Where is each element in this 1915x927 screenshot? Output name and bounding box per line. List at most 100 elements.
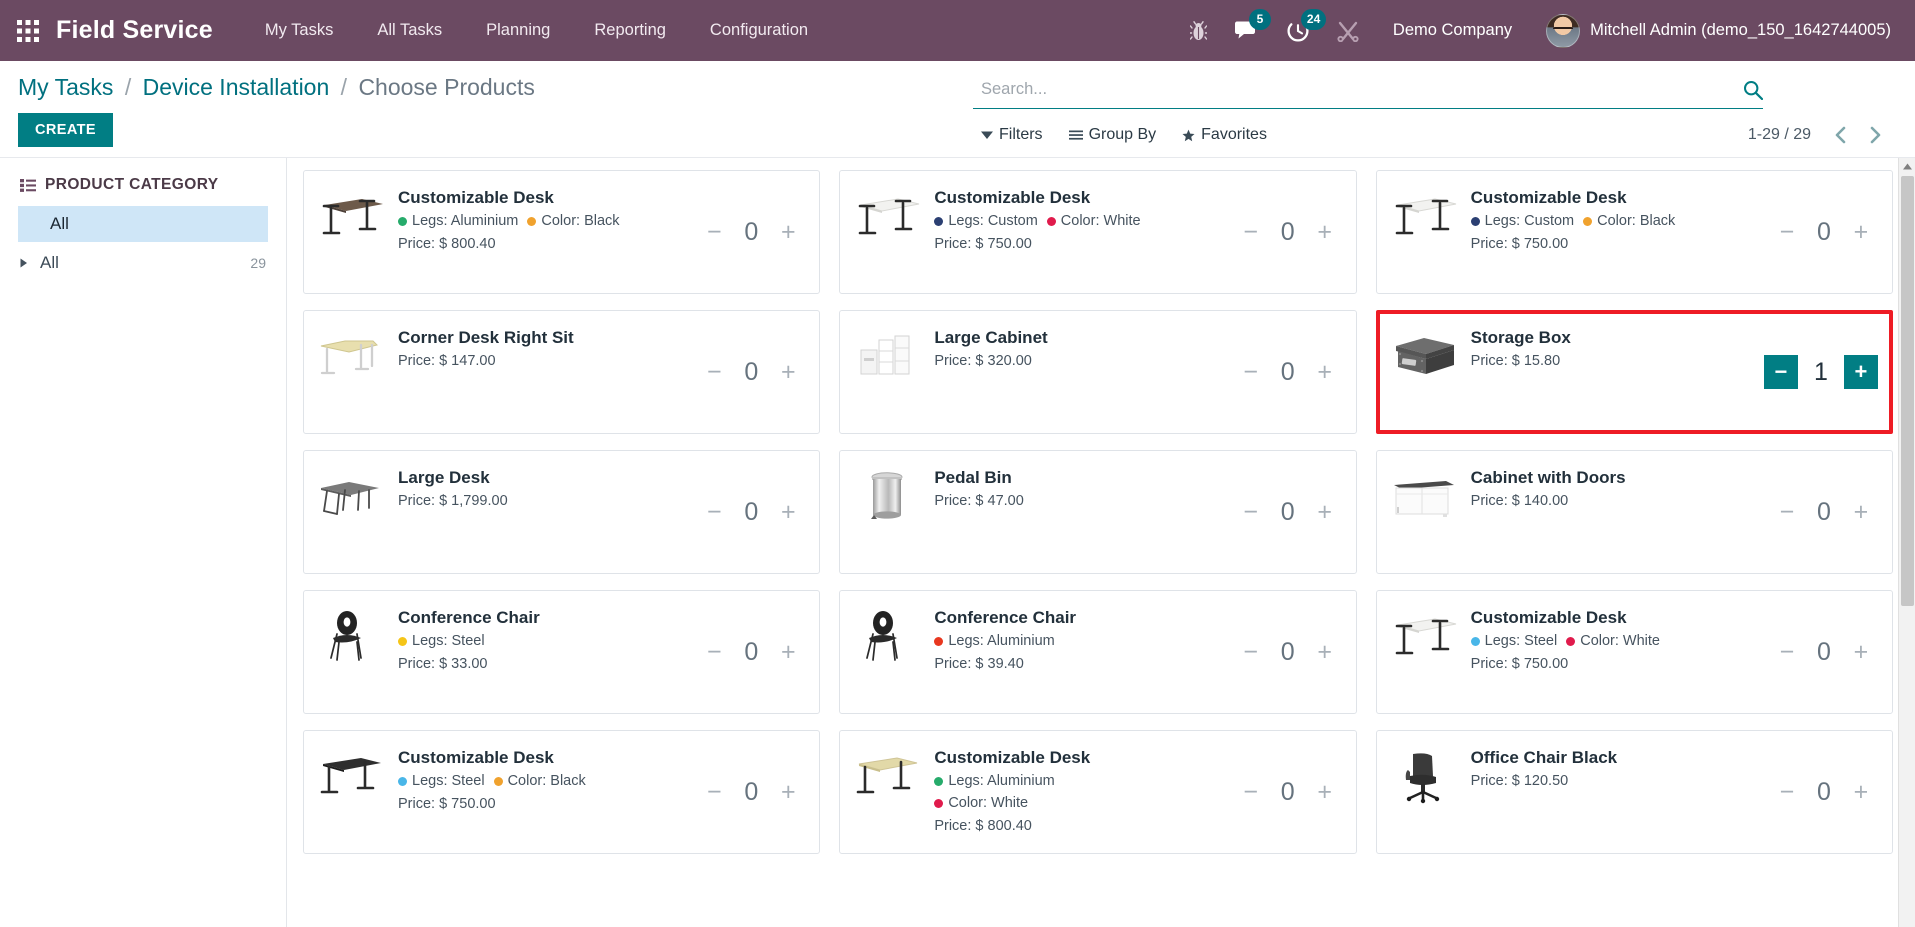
scroll-up-icon[interactable] <box>1899 158 1915 176</box>
quantity-decrease-button[interactable]: − <box>1763 355 1798 390</box>
quantity-decrease-button[interactable]: − <box>697 215 731 249</box>
product-card[interactable]: Large Cabinet Price: $ 320.00 −0 + <box>839 310 1357 435</box>
product-card[interactable]: Large Desk Price: $ 1,799.00 −0 + <box>303 450 821 575</box>
menu-item-configuration[interactable]: Configuration <box>688 0 830 61</box>
quantity-value[interactable]: 0 <box>1268 779 1308 805</box>
product-attribute: Color: Black <box>493 771 586 792</box>
quantity-decrease-button[interactable]: − <box>1770 215 1804 249</box>
product-card[interactable]: Cabinet with Doors Price: $ 140.00 −0 + <box>1375 450 1893 575</box>
scrollbar-thumb[interactable] <box>1901 176 1914 607</box>
quantity-increase-button[interactable]: + <box>1308 355 1342 389</box>
quantity-increase-button[interactable]: + <box>1844 775 1878 809</box>
quantity-value[interactable]: 0 <box>1804 499 1844 525</box>
quantity-decrease-button[interactable]: − <box>1234 635 1268 669</box>
vertical-scrollbar[interactable] <box>1898 158 1915 927</box>
quantity-value[interactable]: 1 <box>1798 359 1844 385</box>
filters-dropdown[interactable]: Filters <box>981 126 1043 144</box>
menu-item-reporting[interactable]: Reporting <box>572 0 688 61</box>
menu-item-planning[interactable]: Planning <box>464 0 572 61</box>
create-button[interactable]: CREATE <box>18 113 113 148</box>
product-card[interactable]: Pedal Bin Price: $ 47.00 −0 + <box>839 450 1357 575</box>
search-icon[interactable] <box>1735 80 1763 100</box>
group-by-dropdown[interactable]: Group By <box>1068 126 1156 144</box>
breadcrumb-item-device-installation[interactable]: Device Installation <box>143 74 330 100</box>
pager-previous-button[interactable] <box>1825 123 1856 147</box>
quantity-value[interactable]: 0 <box>731 779 771 805</box>
user-menu[interactable]: Mitchell Admin (demo_150_1642744005) <box>1532 13 1897 48</box>
quantity-value[interactable]: 0 <box>731 499 771 525</box>
quantity-increase-button[interactable]: + <box>1844 495 1878 529</box>
quantity-decrease-button[interactable]: − <box>1770 775 1804 809</box>
control-panel-left: My Tasks / Device Installation / Choose … <box>18 74 973 148</box>
quantity-decrease-button[interactable]: − <box>1234 495 1268 529</box>
quantity-increase-button[interactable]: + <box>1308 775 1342 809</box>
quantity-increase-button[interactable]: + <box>1843 355 1878 390</box>
product-thumbnail-conference-chair <box>850 605 924 667</box>
product-thumbnail-desk-black-top <box>314 745 388 807</box>
quantity-decrease-button[interactable]: − <box>1234 355 1268 389</box>
apps-grid-icon[interactable] <box>0 19 56 42</box>
caret-right-icon[interactable] <box>20 258 34 268</box>
product-card[interactable]: Office Chair Black Price: $ 120.50 −0 + <box>1375 730 1893 855</box>
company-switcher[interactable]: Demo Company <box>1373 21 1532 40</box>
quantity-increase-button[interactable]: + <box>1844 215 1878 249</box>
product-card[interactable]: Conference Chair Legs: Steel Price: $ 33.0… <box>303 590 821 715</box>
quantity-decrease-button[interactable]: − <box>697 775 731 809</box>
bug-icon[interactable] <box>1176 0 1221 61</box>
quantity-value[interactable]: 0 <box>1804 779 1844 805</box>
favorites-dropdown[interactable]: Favorites <box>1182 126 1267 144</box>
menu-item-my-tasks[interactable]: My Tasks <box>243 0 355 61</box>
quantity-value[interactable]: 0 <box>1804 219 1844 245</box>
quantity-value[interactable]: 0 <box>1268 499 1308 525</box>
quantity-value[interactable]: 0 <box>1268 359 1308 385</box>
quantity-decrease-button[interactable]: − <box>697 495 731 529</box>
product-info: Customizable Desk Legs: Steel Color: White… <box>1470 605 1762 674</box>
product-card[interactable]: Corner Desk Right Sit Price: $ 147.00 −0 + <box>303 310 821 435</box>
attribute-label: Color: White <box>1060 212 1141 229</box>
product-card[interactable]: Customizable Desk Legs: Steel Color: Black… <box>303 730 821 855</box>
tools-icon[interactable] <box>1323 0 1373 61</box>
quantity-value[interactable]: 0 <box>731 639 771 665</box>
quantity-increase-button[interactable]: + <box>1308 215 1342 249</box>
quantity-increase-button[interactable]: + <box>1308 635 1342 669</box>
activities-icon[interactable]: 24 <box>1273 0 1327 61</box>
quantity-increase-button[interactable]: + <box>771 635 805 669</box>
quantity-increase-button[interactable]: + <box>771 215 805 249</box>
product-card[interactable]: Customizable Desk Legs: Steel Color: White… <box>1375 590 1893 715</box>
quantity-decrease-button[interactable]: − <box>697 355 731 389</box>
attribute-color-dot <box>1046 216 1056 226</box>
sidebar-item-all-selected[interactable]: All <box>18 206 268 243</box>
product-card[interactable]: Customizable Desk Legs: Aluminium Color: W… <box>839 730 1357 855</box>
messages-icon[interactable]: 5 <box>1221 0 1273 61</box>
quantity-decrease-button[interactable]: − <box>697 635 731 669</box>
quantity-increase-button[interactable]: + <box>771 495 805 529</box>
quantity-decrease-button[interactable]: − <box>1234 215 1268 249</box>
search-bar[interactable] <box>973 77 1763 109</box>
quantity-value[interactable]: 0 <box>1268 639 1308 665</box>
quantity-decrease-button[interactable]: − <box>1770 495 1804 529</box>
quantity-increase-button[interactable]: + <box>1308 495 1342 529</box>
product-card[interactable]: Customizable Desk Legs: Aluminium Color: B… <box>303 170 821 295</box>
quantity-decrease-button[interactable]: − <box>1770 635 1804 669</box>
menu-item-all-tasks[interactable]: All Tasks <box>355 0 464 61</box>
quantity-value[interactable]: 0 <box>1268 219 1308 245</box>
attribute-label: Legs: Custom <box>1484 212 1575 229</box>
quantity-value[interactable]: 0 <box>731 219 771 245</box>
search-input[interactable] <box>981 77 1735 102</box>
product-card[interactable]: Customizable Desk Legs: Custom Color: Whit… <box>839 170 1357 295</box>
quantity-stepper: −0 + <box>1770 215 1878 249</box>
user-name-label: Mitchell Admin (demo_150_1642744005) <box>1590 21 1891 39</box>
product-card[interactable]: Customizable Desk Legs: Custom Color: Blac… <box>1375 170 1893 295</box>
quantity-value[interactable]: 0 <box>731 359 771 385</box>
sidebar-item-all[interactable]: All 29 <box>0 246 286 280</box>
product-card[interactable]: Storage Box Price: $ 15.80 −1 + <box>1375 310 1893 435</box>
app-brand[interactable]: Field Service <box>56 16 213 45</box>
quantity-increase-button[interactable]: + <box>771 355 805 389</box>
breadcrumb-item-my-tasks[interactable]: My Tasks <box>18 74 113 100</box>
quantity-decrease-button[interactable]: − <box>1234 775 1268 809</box>
quantity-increase-button[interactable]: + <box>1844 635 1878 669</box>
quantity-value[interactable]: 0 <box>1804 639 1844 665</box>
pager-next-button[interactable] <box>1860 123 1891 147</box>
quantity-increase-button[interactable]: + <box>771 775 805 809</box>
product-card[interactable]: Conference Chair Legs: Aluminium Price: $ … <box>839 590 1357 715</box>
